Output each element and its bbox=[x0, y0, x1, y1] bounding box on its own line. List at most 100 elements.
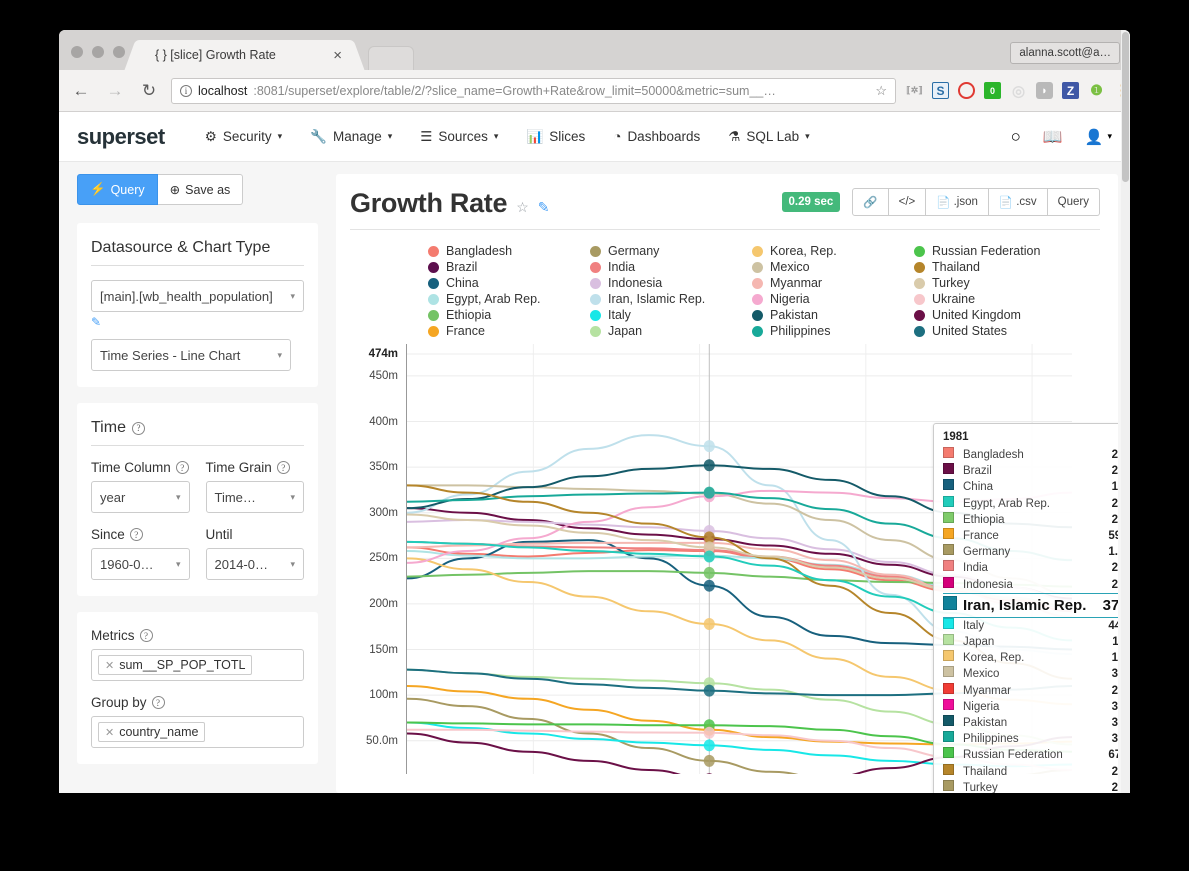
tooltip-swatch-cell bbox=[943, 617, 957, 634]
legend-item[interactable]: United States bbox=[914, 324, 1066, 338]
maximize-window-button[interactable] bbox=[113, 46, 125, 58]
legend-item[interactable]: Philippines bbox=[752, 324, 904, 338]
legend-item[interactable]: Bangladesh bbox=[428, 244, 580, 258]
legend-item[interactable]: Egypt, Arab Rep. bbox=[428, 292, 580, 306]
navbar-right: ○ 📖 👤 ▾ bbox=[1011, 127, 1112, 147]
legend-item[interactable]: Germany bbox=[590, 244, 742, 258]
metrics-input[interactable]: ✕ sum__SP_POP_TOTL bbox=[91, 649, 304, 681]
nav-sources[interactable]: ☰ Sources ▾ bbox=[406, 129, 512, 145]
chevron-down-icon: ▾ bbox=[290, 290, 295, 301]
close-window-button[interactable] bbox=[71, 46, 83, 58]
chart-type-select[interactable]: Time Series - Line Chart ▾ bbox=[91, 339, 291, 371]
favorite-star-icon[interactable]: ☆ bbox=[516, 199, 529, 216]
help-icon[interactable]: ? bbox=[276, 461, 290, 474]
help-icon[interactable]: ? bbox=[129, 528, 143, 541]
legend-item[interactable]: Turkey bbox=[914, 276, 1066, 290]
minimize-window-button[interactable] bbox=[92, 46, 104, 58]
nav-slices[interactable]: 📊 Slices bbox=[512, 129, 599, 145]
chevron-down-icon: ▾ bbox=[175, 558, 181, 569]
remove-icon[interactable]: ✕ bbox=[105, 726, 114, 739]
time-column-select[interactable]: year ▾ bbox=[91, 481, 190, 513]
ext-zotero-icon[interactable]: Z bbox=[1062, 82, 1079, 99]
remove-icon[interactable]: ✕ bbox=[105, 659, 114, 672]
docs-book-icon[interactable]: 📖 bbox=[1043, 127, 1063, 147]
legend-item[interactable]: Brazil bbox=[428, 260, 580, 274]
help-icon[interactable]: ? bbox=[131, 421, 145, 435]
close-icon[interactable]: × bbox=[323, 47, 342, 64]
legend-label: Brazil bbox=[446, 260, 478, 274]
tooltip-series-value: 352m bbox=[1111, 717, 1118, 730]
help-icon[interactable]: ? bbox=[139, 629, 153, 642]
reload-icon[interactable]: ↻ bbox=[137, 79, 161, 103]
new-tab-button[interactable] bbox=[368, 46, 414, 70]
nav-dashboards[interactable]: ◔ Dashboards bbox=[599, 129, 714, 144]
help-icon[interactable]: ? bbox=[175, 461, 189, 474]
series-color-swatch bbox=[943, 528, 954, 540]
nav-manage[interactable]: 🔧 Manage ▾ bbox=[296, 129, 406, 145]
legend-label: Thailand bbox=[932, 260, 980, 274]
scrollbar-thumb[interactable] bbox=[1122, 32, 1129, 182]
legend-item[interactable]: Myanmar bbox=[752, 276, 904, 290]
share-link-button[interactable]: 🔗 bbox=[852, 188, 889, 216]
until-select[interactable]: 2014-0… ▾ bbox=[205, 548, 304, 580]
browser-menu-icon[interactable]: ⋮ bbox=[1114, 83, 1129, 98]
time-title-text: Time bbox=[91, 419, 126, 436]
back-icon[interactable]: ← bbox=[69, 79, 93, 103]
legend-item[interactable]: Korea, Rep. bbox=[752, 244, 904, 258]
view-code-button[interactable]: </> bbox=[888, 188, 927, 216]
query-button[interactable]: ⚡ Query bbox=[77, 174, 158, 205]
address-bar[interactable]: i localhost:8081/superset/explore/table/… bbox=[171, 77, 896, 104]
ext-hangouts-icon[interactable]: ❶ bbox=[1088, 82, 1105, 99]
legend-item[interactable]: France bbox=[428, 324, 580, 338]
legend-color-dot bbox=[590, 245, 601, 257]
legend-item[interactable]: Russian Federation bbox=[914, 244, 1066, 258]
forward-icon[interactable]: → bbox=[103, 79, 127, 103]
legend-item[interactable]: Pakistan bbox=[752, 308, 904, 322]
group-by-token[interactable]: ✕ country_name bbox=[98, 722, 206, 742]
page-scrollbar[interactable] bbox=[1121, 30, 1130, 793]
bolt-icon: ⚡ bbox=[90, 182, 106, 196]
github-icon[interactable]: ○ bbox=[1011, 127, 1021, 147]
tooltip-series-name: Thailand bbox=[963, 765, 1008, 778]
legend-item[interactable]: China bbox=[428, 276, 580, 290]
browser-tab[interactable]: { } [slice] Growth Rate × bbox=[137, 40, 352, 70]
legend-item[interactable]: Ukraine bbox=[914, 292, 1066, 306]
profile-button[interactable]: alanna.scott@a… bbox=[1010, 42, 1120, 64]
legend-item[interactable]: United Kingdom bbox=[914, 308, 1066, 322]
datasource-select[interactable]: [main].[wb_health_population] ▾ bbox=[91, 280, 304, 312]
ext-badge-icon[interactable]: 0 bbox=[984, 82, 1001, 99]
legend-item[interactable]: Ethiopia bbox=[428, 308, 580, 322]
export-json-button[interactable]: 📄 .json bbox=[926, 188, 989, 216]
legend-item[interactable]: Nigeria bbox=[752, 292, 904, 306]
control-panel: ⚡ Query ⊕ Save as Datasource & Chart Typ… bbox=[59, 162, 336, 793]
ext-shield-icon[interactable]: ◗ bbox=[1036, 82, 1053, 99]
legend-item[interactable]: Thailand bbox=[914, 260, 1066, 274]
ext-s-icon[interactable]: S bbox=[932, 82, 949, 99]
ext-target-icon[interactable]: ◎ bbox=[1010, 82, 1027, 100]
time-grain-select[interactable]: Time… ▾ bbox=[205, 481, 304, 513]
metric-token[interactable]: ✕ sum__SP_POP_TOTL bbox=[98, 655, 253, 675]
bookmark-star-icon[interactable]: ☆ bbox=[875, 83, 887, 99]
legend-item[interactable]: Iran, Islamic Rep. bbox=[590, 292, 742, 306]
legend-item[interactable]: Italy bbox=[590, 308, 742, 322]
edit-title-icon[interactable]: ✎ bbox=[538, 199, 550, 216]
edit-datasource-icon[interactable]: ✎ bbox=[91, 315, 101, 329]
nav-security[interactable]: ⚙ Security ▾ bbox=[191, 129, 296, 145]
legend-item[interactable]: Japan bbox=[590, 324, 742, 338]
site-info-icon[interactable]: i bbox=[180, 84, 192, 97]
legend-item[interactable]: Indonesia bbox=[590, 276, 742, 290]
ext-bracket-icon[interactable]: ⟦✲⟧ bbox=[906, 82, 923, 99]
superset-logo[interactable]: superset bbox=[77, 124, 165, 150]
legend-item[interactable]: India bbox=[590, 260, 742, 274]
export-csv-button[interactable]: 📄 .csv bbox=[988, 188, 1048, 216]
nav-sql-lab[interactable]: ⚗ SQL Lab ▾ bbox=[714, 129, 823, 145]
ext-opera-icon[interactable] bbox=[958, 82, 975, 99]
user-menu[interactable]: 👤 ▾ bbox=[1085, 128, 1112, 146]
legend-item[interactable]: Mexico bbox=[752, 260, 904, 274]
help-icon[interactable]: ? bbox=[151, 696, 165, 709]
group-by-input[interactable]: ✕ country_name bbox=[91, 716, 304, 748]
save-as-button[interactable]: ⊕ Save as bbox=[157, 174, 244, 205]
time-column-value: year bbox=[100, 489, 126, 505]
view-query-button[interactable]: Query bbox=[1047, 188, 1100, 216]
since-select[interactable]: 1960-0… ▾ bbox=[91, 548, 190, 580]
